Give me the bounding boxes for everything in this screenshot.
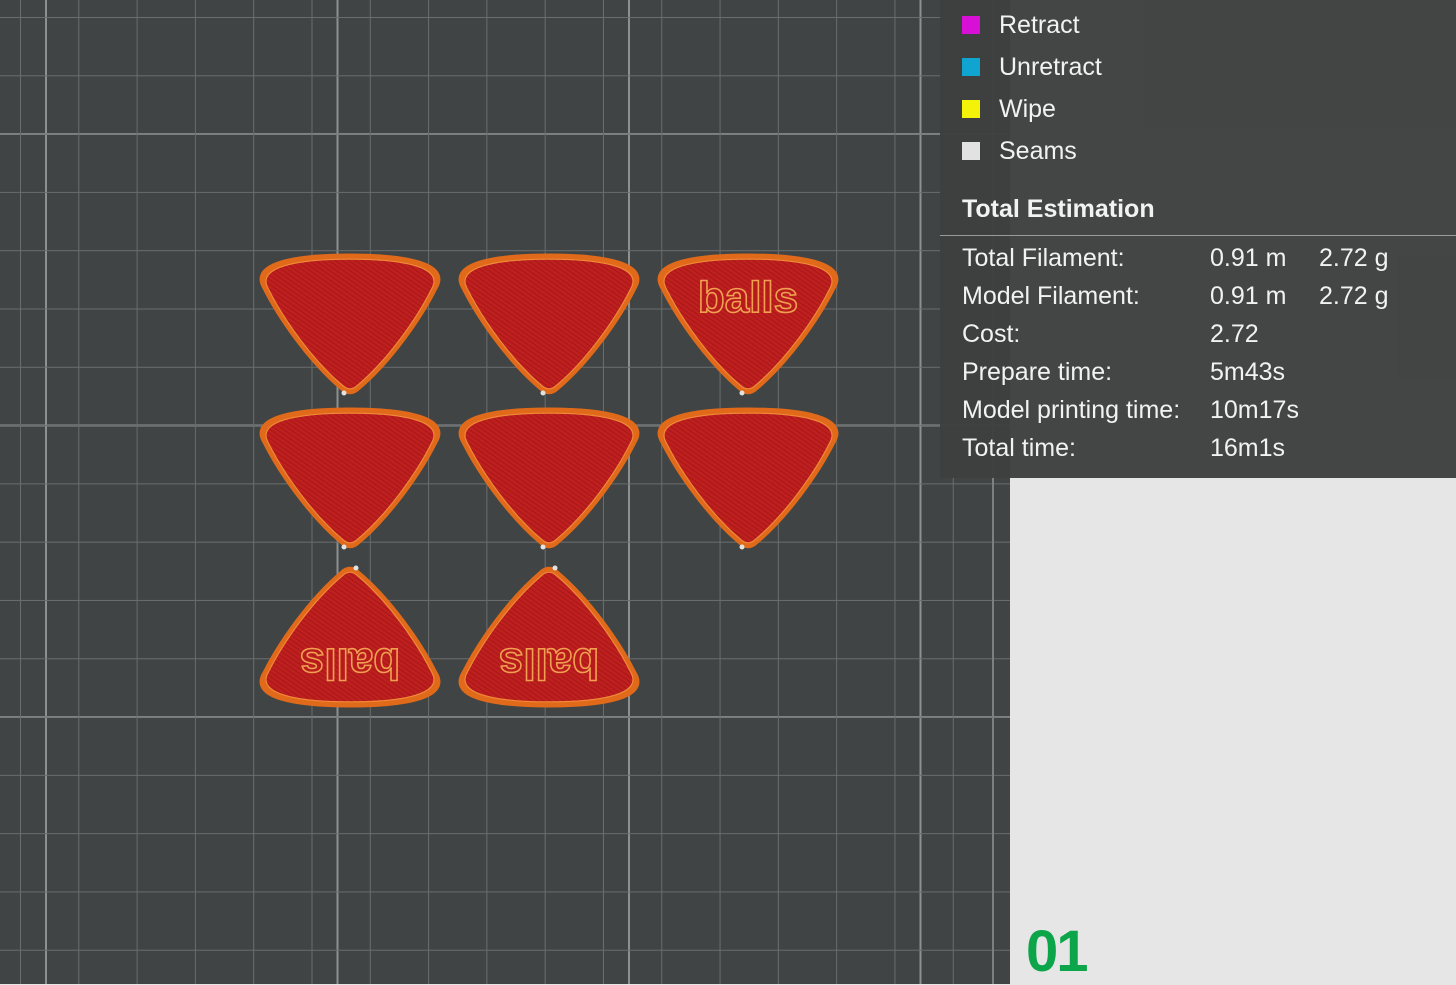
- pick-infill: [464, 258, 634, 390]
- seam-marker: [739, 544, 745, 550]
- gcode-legend-panel: Retract Unretract Wipe Seams Total Estim…: [940, 0, 1456, 478]
- seam-marker: [353, 565, 359, 571]
- pick-text: balls: [499, 639, 599, 688]
- seam-marker: [341, 390, 347, 396]
- row-value-weight: 2.72 g: [1319, 244, 1389, 272]
- guitar-pick[interactable]: [657, 407, 839, 550]
- seam-marker: [540, 544, 546, 550]
- estimation-row-model-printing-time: Model printing time: 10m17s: [962, 394, 1442, 426]
- swatch-unretract: [962, 58, 980, 76]
- pick-text: balls: [698, 273, 798, 322]
- legend-label: Retract: [999, 10, 1080, 39]
- row-value: 5m43s: [1210, 358, 1286, 386]
- estimation-row-model-filament: Model Filament: 0.91 m 2.72 g: [962, 280, 1442, 312]
- row-label: Cost:: [962, 320, 1021, 348]
- legend-label: Unretract: [999, 52, 1102, 81]
- estimation-row-total-filament: Total Filament: 0.91 m 2.72 g: [962, 242, 1442, 274]
- legend-item-unretract: Unretract: [962, 52, 1102, 82]
- legend-item-seams: Seams: [962, 136, 1077, 166]
- guitar-pick[interactable]: [259, 253, 441, 396]
- guitar-pick[interactable]: balls: [458, 565, 640, 708]
- guitar-pick[interactable]: [458, 407, 640, 550]
- legend-label: Wipe: [999, 94, 1056, 123]
- estimation-row-total-time: Total time: 16m1s: [962, 432, 1442, 464]
- seam-marker: [552, 565, 558, 571]
- row-value-weight: 2.72 g: [1319, 282, 1389, 310]
- row-label: Prepare time:: [962, 358, 1113, 386]
- guitar-pick[interactable]: balls: [259, 565, 441, 708]
- legend-item-wipe: Wipe: [962, 94, 1056, 124]
- row-label: Total Filament:: [962, 244, 1125, 272]
- row-value: 16m1s: [1210, 434, 1286, 462]
- seam-marker: [739, 390, 745, 396]
- pick-infill: [265, 258, 435, 390]
- pick-text: balls: [300, 639, 400, 688]
- row-value: 2.72: [1210, 320, 1259, 348]
- swatch-seams: [962, 142, 980, 160]
- estimation-row-prepare-time: Prepare time: 5m43s: [962, 356, 1442, 388]
- row-value: 10m17s: [1210, 396, 1299, 424]
- pick-infill: [464, 412, 634, 544]
- row-label: Model Filament:: [962, 282, 1140, 310]
- estimation-row-cost: Cost: 2.72: [962, 318, 1442, 350]
- total-estimation-title: Total Estimation: [962, 195, 1155, 223]
- build-plate-picks[interactable]: balls balls balls: [0, 0, 1010, 984]
- guitar-pick[interactable]: [458, 253, 640, 396]
- divider: [940, 235, 1456, 236]
- seam-marker: [341, 544, 347, 550]
- seam-marker: [540, 390, 546, 396]
- plate-number[interactable]: 01: [1026, 918, 1088, 985]
- legend-label: Seams: [999, 136, 1077, 165]
- guitar-pick[interactable]: balls: [657, 253, 839, 396]
- row-label: Model printing time:: [962, 396, 1181, 424]
- swatch-wipe: [962, 100, 980, 118]
- row-label: Total time:: [962, 434, 1076, 462]
- swatch-retract: [962, 16, 980, 34]
- pick-infill: [663, 412, 833, 544]
- 3d-viewport[interactable]: balls balls balls: [0, 0, 1010, 984]
- legend-item-retract: Retract: [962, 10, 1080, 40]
- guitar-pick[interactable]: [259, 407, 441, 550]
- row-value: 0.91 m: [1210, 282, 1287, 310]
- pick-infill: [265, 412, 435, 544]
- row-value: 0.91 m: [1210, 244, 1287, 272]
